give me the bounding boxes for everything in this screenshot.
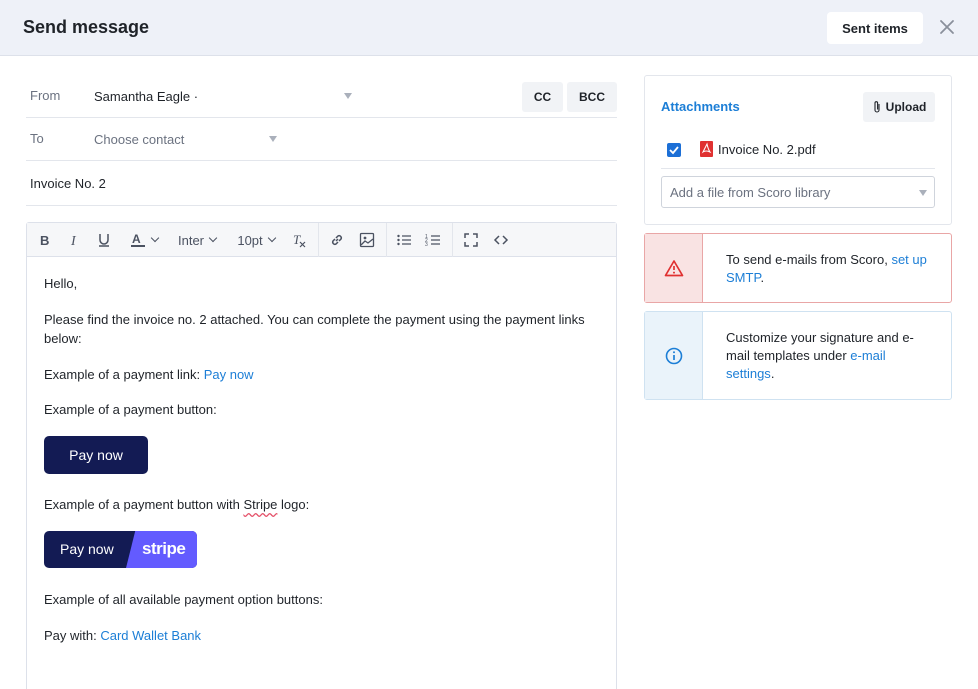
attachment-checkbox[interactable]	[667, 143, 681, 157]
image-icon[interactable]	[357, 223, 377, 257]
payment-link-line: Example of a payment link: Pay now	[44, 365, 599, 384]
intro-text: Please find the invoice no. 2 attached. …	[44, 312, 585, 346]
code-icon[interactable]	[491, 223, 511, 257]
from-label: From	[30, 88, 61, 103]
font-family-select[interactable]: Inter	[173, 223, 221, 257]
pay-with-label: Pay with:	[44, 628, 101, 643]
cc-button[interactable]: CC	[522, 82, 563, 112]
font-size-select[interactable]: 10pt	[232, 223, 280, 257]
smtp-end: .	[760, 270, 765, 285]
warning-icon	[664, 260, 683, 277]
subject-field[interactable]: Invoice No. 2	[26, 161, 617, 206]
pay-with-line: Pay with: Card Wallet Bank	[44, 626, 599, 645]
to-label: To	[30, 131, 44, 146]
attachments-title: Attachments	[661, 99, 740, 114]
payment-link-prefix: Example of a payment link:	[44, 367, 204, 382]
upload-label: Upload	[885, 100, 927, 114]
to-field: To Choose contact	[26, 118, 617, 161]
scoro-library-placeholder: Add a file from Scoro library	[670, 185, 831, 200]
check-icon	[669, 146, 679, 155]
svg-text:3: 3	[425, 242, 428, 248]
numbered-list-icon[interactable]: 123	[423, 223, 443, 257]
chevron-down-icon[interactable]	[269, 136, 277, 142]
link-icon[interactable]	[327, 223, 347, 257]
from-field: From Samantha Eagle · CC BCC	[26, 75, 617, 118]
bold-icon[interactable]: B	[35, 223, 55, 257]
stripe-line-prefix: Example of a payment button with	[44, 497, 244, 512]
smtp-warning-alert: To send e-mails from Scoro, set up SMTP.	[644, 233, 952, 303]
svg-text:A: A	[132, 232, 141, 246]
message-editor[interactable]: B I A Inter 10pt T 1 2 3 Hello, Please f…	[26, 222, 617, 689]
info-end: .	[770, 366, 775, 381]
attachments-panel: Attachments Upload Invoice No. 2.pdf Add…	[644, 75, 952, 225]
clear-format-icon[interactable]: T	[289, 223, 309, 257]
smtp-warning-text: To send e-mails from Scoro, set up SMTP.	[726, 251, 936, 287]
greeting-text: Hello,	[44, 276, 78, 291]
sent-items-button[interactable]: Sent items	[827, 12, 923, 44]
svg-text:I: I	[70, 234, 77, 247]
all-options-line: Example of all available payment option …	[44, 592, 323, 607]
payment-options-links[interactable]: Card Wallet Bank	[100, 628, 201, 643]
upload-button[interactable]: Upload	[863, 92, 935, 122]
signature-info-alert: Customize your signature and e-mail temp…	[644, 311, 952, 400]
smtp-text: To send e-mails from Scoro,	[726, 252, 892, 267]
editor-toolbar: B I A Inter 10pt T 1 2 3	[27, 223, 616, 257]
scoro-library-select[interactable]: Add a file from Scoro library	[661, 176, 935, 208]
italic-icon[interactable]: I	[65, 223, 85, 257]
bcc-button[interactable]: BCC	[567, 82, 617, 112]
to-contact-select[interactable]: Choose contact	[94, 132, 184, 147]
fullscreen-icon[interactable]	[461, 223, 481, 257]
text-color-icon[interactable]: A	[124, 223, 164, 257]
from-select[interactable]: Samantha Eagle ·	[94, 89, 198, 104]
pdf-file-icon	[700, 141, 713, 157]
chevron-down-icon	[919, 190, 927, 196]
subject-input[interactable]: Invoice No. 2	[30, 176, 106, 191]
stripe-logo: stripe	[142, 539, 186, 558]
svg-text:B: B	[40, 233, 49, 247]
stripe-pay-button[interactable]: Pay now stripe	[44, 531, 197, 568]
stripe-word: Stripe	[243, 497, 278, 512]
close-icon[interactable]	[937, 17, 957, 37]
bullet-list-icon[interactable]	[394, 223, 414, 257]
underline-icon[interactable]	[94, 223, 114, 257]
chevron-down-icon[interactable]	[344, 93, 352, 99]
font-family-value: Inter	[177, 232, 204, 248]
signature-info-text: Customize your signature and e-mail temp…	[726, 329, 936, 383]
svg-text:T: T	[293, 232, 301, 247]
paperclip-icon	[874, 101, 880, 113]
stripe-pay-label: Pay now	[60, 541, 114, 557]
modal-title: Send message	[23, 17, 150, 37]
pay-now-button[interactable]: Pay now	[44, 436, 148, 474]
payment-button-line: Example of a payment button:	[44, 402, 217, 417]
font-size-value: 10pt	[237, 232, 263, 248]
info-icon	[665, 347, 682, 364]
modal-header: Send message Sent items	[0, 0, 978, 56]
stripe-line-suffix: logo:	[277, 497, 310, 512]
pay-now-link[interactable]: Pay now	[204, 367, 254, 382]
attachment-file-name[interactable]: Invoice No. 2.pdf	[718, 142, 816, 157]
stripe-line: Example of a payment button with Stripe …	[44, 495, 599, 514]
